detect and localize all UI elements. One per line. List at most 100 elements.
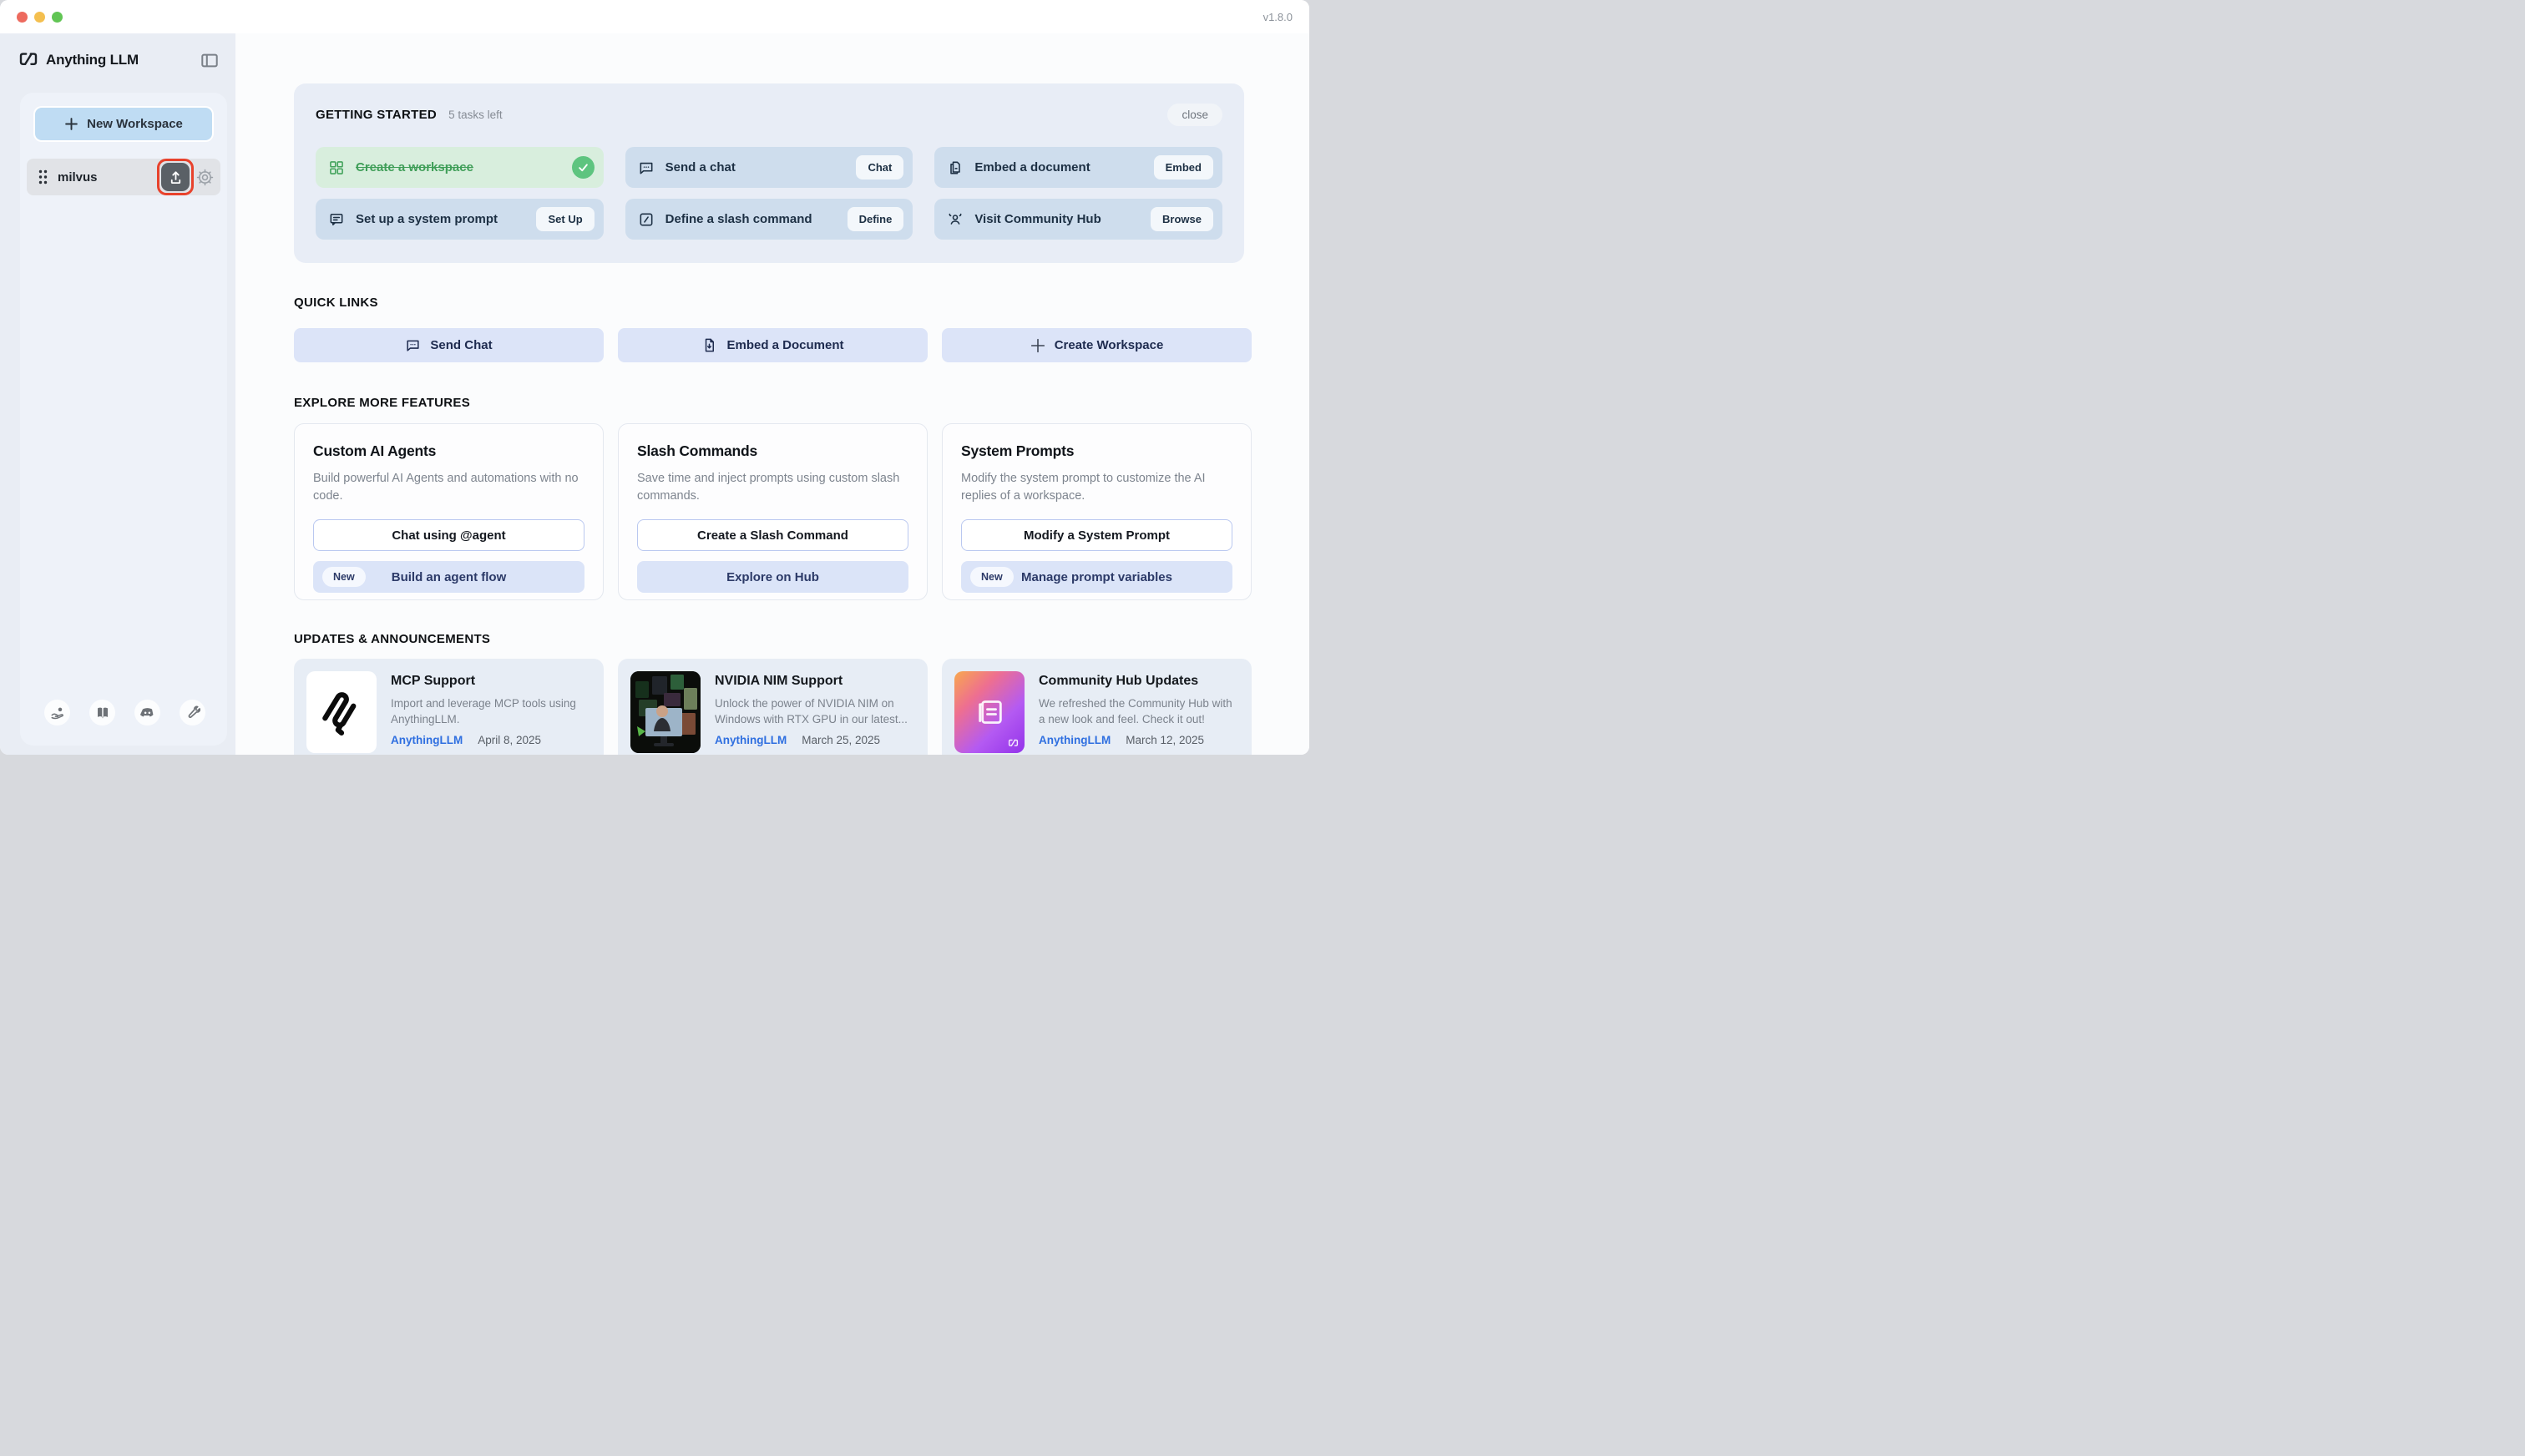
feature-card-title: Custom AI Agents: [313, 442, 584, 460]
task-label: Set up a system prompt: [356, 212, 498, 226]
task-action-setup-button[interactable]: Set Up: [536, 207, 594, 231]
quick-link-label: Create Workspace: [1055, 338, 1164, 352]
task-label: Send a chat: [665, 160, 736, 174]
close-getting-started-button[interactable]: close: [1167, 104, 1222, 126]
button-label: Manage prompt variables: [1021, 570, 1172, 584]
explore-title: EXPLORE MORE FEATURES: [294, 396, 1309, 410]
announcement-source-link[interactable]: AnythingLLM: [391, 734, 463, 746]
tasks-left-count: 5 tasks left: [448, 109, 503, 121]
docs-button[interactable]: [89, 700, 115, 725]
community-hub-thumbnail: [954, 671, 1025, 753]
announcement-date: March 25, 2025: [802, 734, 880, 746]
task-action-define-button[interactable]: Define: [848, 207, 904, 231]
chat-using-agent-button[interactable]: Chat using @agent: [313, 519, 584, 551]
anythingllm-mini-logo-icon: [1008, 739, 1019, 748]
quick-links-title: QUICK LINKS: [294, 296, 1309, 310]
slash-icon: [638, 211, 655, 228]
new-badge: New: [970, 567, 1014, 587]
task-action-chat-button[interactable]: Chat: [856, 155, 903, 179]
quick-link-send-chat[interactable]: Send Chat: [294, 328, 604, 362]
quick-link-create-workspace[interactable]: Create Workspace: [942, 328, 1252, 362]
main-content: GETTING STARTED 5 tasks left close Creat…: [235, 33, 1309, 755]
feature-card-slash-commands: Slash Commands Save time and inject prom…: [618, 423, 928, 600]
task-community-hub[interactable]: Visit Community Hub Browse: [934, 199, 1222, 240]
discord-icon: [139, 705, 155, 720]
titlebar: v1.8.0: [0, 0, 1309, 33]
task-system-prompt[interactable]: Set up a system prompt Set Up: [316, 199, 604, 240]
feature-card-title: System Prompts: [961, 442, 1232, 460]
minimize-window-button[interactable]: [34, 12, 45, 23]
task-create-workspace[interactable]: Create a workspace: [316, 147, 604, 188]
settings-button[interactable]: [180, 700, 205, 725]
workspace-item[interactable]: milvus: [27, 159, 220, 195]
announcement-source-link[interactable]: AnythingLLM: [715, 734, 787, 746]
app-version: v1.8.0: [1263, 11, 1293, 23]
updates-title: UPDATES & ANNOUNCEMENTS: [294, 632, 1309, 646]
build-agent-flow-button[interactable]: New Build an agent flow: [313, 561, 584, 593]
feature-card-title: Slash Commands: [637, 442, 908, 460]
task-label: Define a slash command: [665, 212, 812, 226]
sidebar-toggle-icon[interactable]: [200, 53, 219, 68]
grid-icon: [328, 159, 345, 176]
support-button[interactable]: [44, 700, 70, 725]
hand-coin-icon: [50, 705, 65, 720]
task-label: Create a workspace: [356, 160, 473, 174]
close-window-button[interactable]: [17, 12, 28, 23]
task-slash-command[interactable]: Define a slash command Define: [625, 199, 913, 240]
workspace-name: milvus: [58, 170, 98, 185]
announcement-body: Unlock the power of NVIDIA NIM on Window…: [715, 695, 915, 727]
task-embed-document[interactable]: Embed a document Embed: [934, 147, 1222, 188]
workspace-panel: New Workspace milvus: [20, 93, 227, 746]
task-action-browse-button[interactable]: Browse: [1151, 207, 1213, 231]
plus-icon: [1030, 338, 1045, 353]
drag-handle-icon[interactable]: [38, 169, 48, 185]
explore-on-hub-button[interactable]: Explore on Hub: [637, 561, 908, 593]
zoom-window-button[interactable]: [52, 12, 63, 23]
announcement-body: Import and leverage MCP tools using Anyt…: [391, 695, 591, 727]
nvidia-video-thumbnail: [630, 671, 701, 753]
getting-started-title: GETTING STARTED: [316, 108, 437, 122]
modify-system-prompt-button[interactable]: Modify a System Prompt: [961, 519, 1232, 551]
feature-card-body: Save time and inject prompts using custo…: [637, 470, 908, 505]
feature-card-system-prompts: System Prompts Modify the system prompt …: [942, 423, 1252, 600]
upload-document-button[interactable]: [161, 163, 190, 191]
manage-prompt-variables-button[interactable]: New Manage prompt variables: [961, 561, 1232, 593]
plus-icon: [64, 117, 78, 131]
sidebar-footer: [44, 700, 205, 725]
workspace-settings-gear-icon[interactable]: [196, 169, 214, 186]
app-window: v1.8.0 Anything LLM: [0, 0, 1309, 755]
upload-icon: [168, 169, 184, 185]
feature-card-body: Build powerful AI Agents and automations…: [313, 470, 584, 505]
file-down-icon: [701, 337, 717, 353]
announcement-date: March 12, 2025: [1126, 734, 1204, 746]
feature-card-body: Modify the system prompt to customize th…: [961, 470, 1232, 505]
announcement-source-link[interactable]: AnythingLLM: [1039, 734, 1111, 746]
new-workspace-button[interactable]: New Workspace: [33, 106, 214, 142]
app-name: Anything LLM: [46, 52, 139, 68]
new-badge: New: [322, 567, 366, 587]
announcement-card-community-hub[interactable]: Community Hub Updates We refreshed the C…: [942, 659, 1252, 755]
task-send-chat[interactable]: Send a chat Chat: [625, 147, 913, 188]
getting-started-panel: GETTING STARTED 5 tasks left close Creat…: [294, 83, 1244, 263]
quick-link-label: Embed a Document: [726, 338, 843, 352]
announcement-title: Community Hub Updates: [1039, 674, 1239, 689]
announcement-card-nvidia[interactable]: NVIDIA NIM Support Unlock the power of N…: [618, 659, 928, 755]
anythingllm-logo-icon: [18, 52, 38, 68]
feature-card-custom-ai-agents: Custom AI Agents Build powerful AI Agent…: [294, 423, 604, 600]
sidebar: Anything LLM New Workspace: [0, 33, 235, 755]
task-label: Visit Community Hub: [974, 212, 1101, 226]
announcement-body: We refreshed the Community Hub with a ne…: [1039, 695, 1239, 727]
mcp-logo-thumbnail: [306, 671, 377, 753]
message-icon: [328, 211, 345, 228]
documents-icon: [947, 159, 964, 176]
create-slash-command-button[interactable]: Create a Slash Command: [637, 519, 908, 551]
announcement-title: NVIDIA NIM Support: [715, 674, 915, 689]
task-action-embed-button[interactable]: Embed: [1154, 155, 1213, 179]
traffic-lights: [17, 12, 63, 23]
announcement-date: April 8, 2025: [478, 734, 541, 746]
announcement-card-mcp[interactable]: MCP Support Import and leverage MCP tool…: [294, 659, 604, 755]
quick-link-embed-document[interactable]: Embed a Document: [618, 328, 928, 362]
discord-button[interactable]: [134, 700, 160, 725]
chat-icon: [405, 337, 421, 353]
task-complete-check-icon: [572, 156, 595, 179]
